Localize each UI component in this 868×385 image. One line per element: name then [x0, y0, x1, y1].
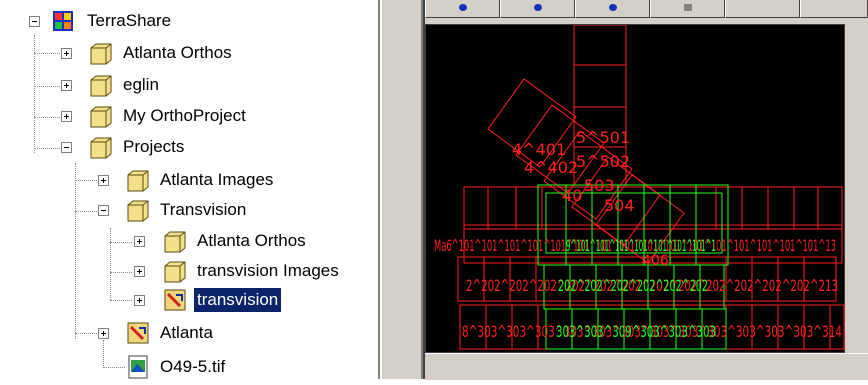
frame-label: 4^401: [512, 140, 566, 159]
status-bar: [425, 353, 868, 380]
image-icon: [683, 4, 692, 11]
project-icon: [162, 287, 188, 313]
tree-item-atlanta-orthos[interactable]: Atlanta Orthos: [120, 41, 235, 65]
tree-line: [103, 367, 125, 368]
strip-label-row2-green: 202^202^202^202^202^202: [558, 276, 708, 295]
tree-item-atlanta-images[interactable]: Atlanta Images: [157, 168, 276, 192]
strip-label-row3-green: 303^303^309^303^303^303: [556, 322, 716, 341]
splitter-edge: [380, 0, 382, 379]
tree-line: [75, 333, 97, 334]
toolbar-button-navigate[interactable]: [425, 0, 500, 18]
tree-item-terrashare[interactable]: TerraShare: [84, 9, 174, 33]
pan-icon: [533, 4, 542, 11]
tree-item-eglin[interactable]: eglin: [120, 73, 162, 97]
toolbar-button-pan[interactable]: [500, 0, 575, 18]
tree-item-projects[interactable]: Projects: [120, 135, 187, 159]
map-view: 5^501 4^401 5^502 4^402 503 504 40 406 M…: [425, 0, 868, 380]
strip-label-row1-green: 9^101^101^101^101^101^101^101^1: [566, 236, 716, 255]
folder-icon: [162, 228, 188, 254]
map-canvas[interactable]: 5^501 4^401 5^502 4^402 503 504 40 406 M…: [425, 24, 845, 353]
tree-line: [110, 242, 132, 243]
collapse-toggle[interactable]: [98, 205, 109, 216]
expand-toggle[interactable]: [98, 328, 109, 339]
folder-icon: [162, 258, 188, 284]
frame-label: 503: [584, 176, 615, 195]
frame-label: 5^502: [576, 152, 630, 171]
folder-icon: [125, 167, 151, 193]
tree-line: [110, 228, 111, 300]
tree-item-transvision-project[interactable]: transvision: [194, 288, 282, 312]
toolbar-button-extent[interactable]: [800, 0, 868, 18]
frame-label: 5^501: [576, 128, 630, 147]
tree-line: [75, 180, 97, 181]
tree-line: [103, 340, 104, 368]
tree-line: [75, 211, 97, 212]
zoom-icon: [608, 4, 617, 11]
frame-label: 504: [604, 196, 635, 215]
expand-toggle[interactable]: [61, 48, 72, 59]
tree-item-tif-file[interactable]: O49-5.tif: [157, 355, 228, 379]
tree-line: [75, 163, 76, 339]
image-file-icon: [125, 354, 151, 380]
tree-item-transvision-folder[interactable]: Transvision: [157, 198, 249, 222]
tree-line: [34, 148, 60, 149]
frame-label: 406: [642, 253, 669, 269]
tree-panel[interactable]: TerraShare Atlanta Orthos eglin My Ortho…: [0, 0, 378, 379]
tree-item-transvision-atlanta-orthos[interactable]: Atlanta Orthos: [194, 229, 309, 253]
collapse-toggle[interactable]: [29, 16, 40, 27]
tree-line: [34, 117, 60, 118]
tree-line: [34, 53, 60, 54]
folder-icon: [88, 103, 114, 129]
expand-toggle[interactable]: [61, 80, 72, 91]
folder-icon: [125, 197, 151, 223]
tree-line: [34, 86, 60, 87]
folder-icon: [88, 40, 114, 66]
frame-label: 40: [562, 186, 582, 205]
toolbar-button-image[interactable]: [650, 0, 725, 18]
folder-icon: [88, 72, 114, 98]
toolbar-button-zoom[interactable]: [575, 0, 650, 18]
frame-label: 4^402: [524, 158, 578, 177]
frame-outline: [573, 25, 627, 66]
tree-item-atlanta-project[interactable]: Atlanta: [157, 321, 216, 345]
frame-outline: [573, 64, 627, 108]
expand-toggle[interactable]: [134, 236, 145, 247]
expand-toggle[interactable]: [134, 295, 145, 306]
project-icon: [125, 320, 151, 346]
terrashare-icon: [50, 8, 76, 34]
panel-splitter[interactable]: [378, 0, 425, 379]
tree-line: [110, 300, 132, 301]
collapse-toggle[interactable]: [61, 142, 72, 153]
expand-toggle[interactable]: [98, 175, 109, 186]
arrow-icon: [458, 4, 467, 11]
tree-item-my-orthoproject[interactable]: My OrthoProject: [120, 104, 249, 128]
expand-toggle[interactable]: [61, 111, 72, 122]
expand-toggle[interactable]: [134, 266, 145, 277]
map-toolbar: [425, 0, 868, 22]
folder-icon: [88, 134, 114, 160]
footprint-overlay: 5^501 4^401 5^502 4^402 503 504 40 406 M…: [434, 25, 845, 350]
toolbar-button-frame[interactable]: [725, 0, 800, 18]
tree-item-transvision-images[interactable]: transvision Images: [194, 259, 342, 283]
tree-line: [110, 272, 132, 273]
